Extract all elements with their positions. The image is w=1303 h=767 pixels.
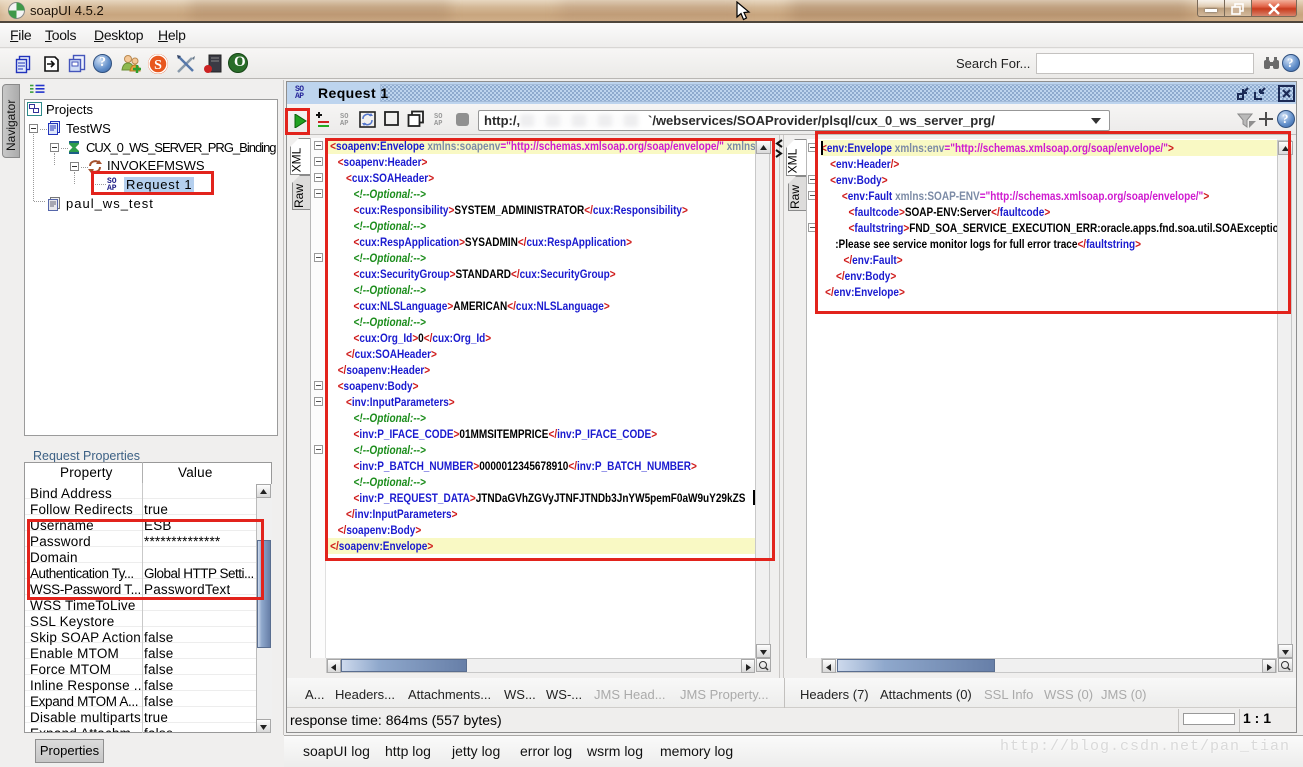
svg-text:S: S — [154, 58, 162, 73]
